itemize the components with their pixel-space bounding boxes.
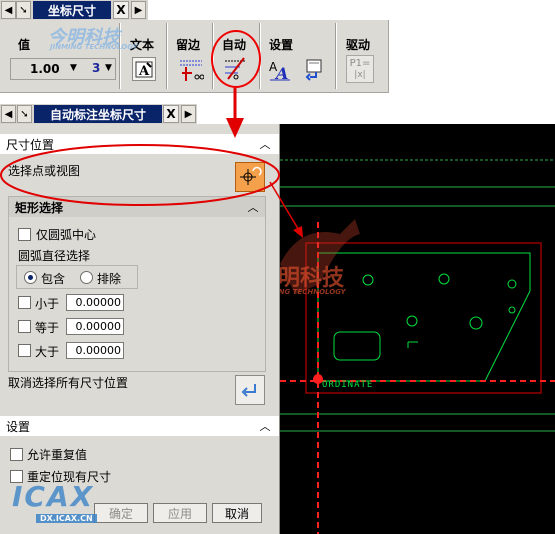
annotation-overlay	[0, 88, 303, 238]
